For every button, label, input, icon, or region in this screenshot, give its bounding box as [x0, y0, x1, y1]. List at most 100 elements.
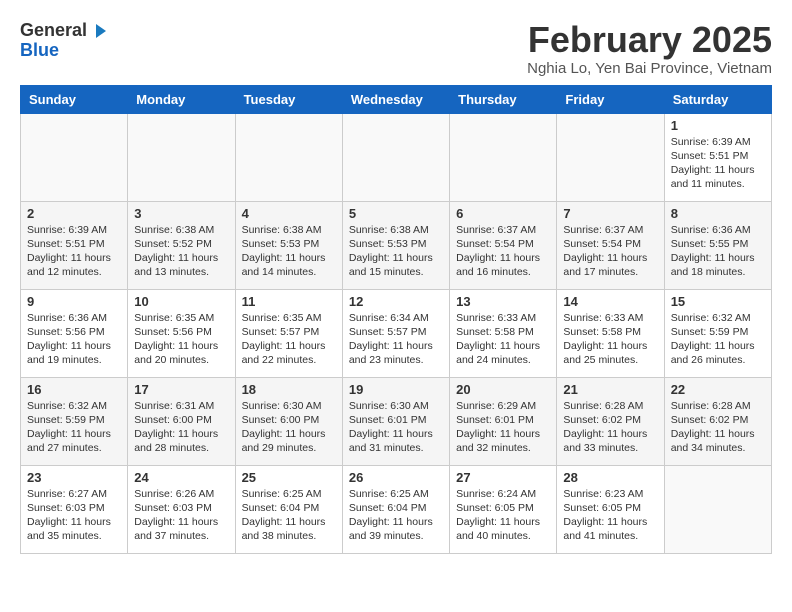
calendar-cell [664, 465, 771, 553]
day-number: 1 [671, 118, 765, 133]
day-number: 26 [349, 470, 443, 485]
day-info: Sunrise: 6:23 AMSunset: 6:05 PMDaylight:… [563, 487, 657, 544]
day-number: 6 [456, 206, 550, 221]
day-info: Sunrise: 6:37 AMSunset: 5:54 PMDaylight:… [563, 223, 657, 280]
day-number: 27 [456, 470, 550, 485]
header-monday: Monday [128, 85, 235, 113]
calendar-cell [557, 113, 664, 201]
day-info: Sunrise: 6:28 AMSunset: 6:02 PMDaylight:… [563, 399, 657, 456]
day-number: 19 [349, 382, 443, 397]
calendar-cell: 22 Sunrise: 6:28 AMSunset: 6:02 PMDayligh… [664, 377, 771, 465]
day-info: Sunrise: 6:39 AMSunset: 5:51 PMDaylight:… [671, 135, 765, 192]
day-number: 7 [563, 206, 657, 221]
calendar-cell: 11 Sunrise: 6:35 AMSunset: 5:57 PMDayligh… [235, 289, 342, 377]
calendar-cell: 3 Sunrise: 6:38 AMSunset: 5:52 PMDaylight… [128, 201, 235, 289]
day-number: 24 [134, 470, 228, 485]
page-header: General Blue February 2025 Nghia Lo, Yen… [20, 20, 772, 77]
calendar-week-row: 1 Sunrise: 6:39 AMSunset: 5:51 PMDaylight… [21, 113, 772, 201]
header-saturday: Saturday [664, 85, 771, 113]
day-info: Sunrise: 6:36 AMSunset: 5:56 PMDaylight:… [27, 311, 121, 368]
calendar-cell: 8 Sunrise: 6:36 AMSunset: 5:55 PMDaylight… [664, 201, 771, 289]
day-info: Sunrise: 6:38 AMSunset: 5:53 PMDaylight:… [242, 223, 336, 280]
day-info: Sunrise: 6:25 AMSunset: 6:04 PMDaylight:… [242, 487, 336, 544]
calendar-cell: 13Sunrise: 6:33 AMSunset: 5:58 PMDayligh… [450, 289, 557, 377]
title-area: February 2025 Nghia Lo, Yen Bai Province… [527, 20, 772, 77]
day-number: 23 [27, 470, 121, 485]
day-info: Sunrise: 6:36 AMSunset: 5:55 PMDaylight:… [671, 223, 765, 280]
calendar-cell: 25 Sunrise: 6:25 AMSunset: 6:04 PMDayligh… [235, 465, 342, 553]
day-number: 4 [242, 206, 336, 221]
day-info: Sunrise: 6:30 AMSunset: 6:01 PMDaylight:… [349, 399, 443, 456]
header-tuesday: Tuesday [235, 85, 342, 113]
day-number: 16 [27, 382, 121, 397]
day-info: Sunrise: 6:31 AMSunset: 6:00 PMDaylight:… [134, 399, 228, 456]
calendar-cell: 14 Sunrise: 6:33 AMSunset: 5:58 PMDayligh… [557, 289, 664, 377]
calendar-cell: 4 Sunrise: 6:38 AMSunset: 5:53 PMDaylight… [235, 201, 342, 289]
calendar-cell: 26 Sunrise: 6:25 AMSunset: 6:04 PMDayligh… [342, 465, 449, 553]
day-number: 18 [242, 382, 336, 397]
day-number: 9 [27, 294, 121, 309]
calendar-cell: 21 Sunrise: 6:28 AMSunset: 6:02 PMDayligh… [557, 377, 664, 465]
logo-text: General [20, 20, 110, 41]
day-info: Sunrise: 6:33 AMSunset: 5:58 PMDaylight:… [456, 311, 550, 368]
header-sunday: Sunday [21, 85, 128, 113]
day-number: 12 [349, 294, 443, 309]
calendar-cell: 23 Sunrise: 6:27 AMSunset: 6:03 PMDayligh… [21, 465, 128, 553]
day-info: Sunrise: 6:38 AMSunset: 5:53 PMDaylight:… [349, 223, 443, 280]
day-info: Sunrise: 6:30 AMSunset: 6:00 PMDaylight:… [242, 399, 336, 456]
calendar-cell [450, 113, 557, 201]
day-info: Sunrise: 6:33 AMSunset: 5:58 PMDaylight:… [563, 311, 657, 368]
calendar-cell: 17 Sunrise: 6:31 AMSunset: 6:00 PMDayligh… [128, 377, 235, 465]
day-info: Sunrise: 6:38 AMSunset: 5:52 PMDaylight:… [134, 223, 228, 280]
logo-general: General [20, 20, 87, 40]
calendar-cell: 6 Sunrise: 6:37 AMSunset: 5:54 PMDaylight… [450, 201, 557, 289]
calendar-cell: 24 Sunrise: 6:26 AMSunset: 6:03 PMDayligh… [128, 465, 235, 553]
day-number: 10 [134, 294, 228, 309]
calendar-cell [235, 113, 342, 201]
header-thursday: Thursday [450, 85, 557, 113]
calendar-cell: 2Sunrise: 6:39 AMSunset: 5:51 PMDaylight… [21, 201, 128, 289]
day-info: Sunrise: 6:25 AMSunset: 6:04 PMDaylight:… [349, 487, 443, 544]
day-info: Sunrise: 6:27 AMSunset: 6:03 PMDaylight:… [27, 487, 121, 544]
day-number: 5 [349, 206, 443, 221]
day-number: 2 [27, 206, 121, 221]
calendar-cell: 10 Sunrise: 6:35 AMSunset: 5:56 PMDayligh… [128, 289, 235, 377]
day-info: Sunrise: 6:37 AMSunset: 5:54 PMDaylight:… [456, 223, 550, 280]
calendar-cell: 27 Sunrise: 6:24 AMSunset: 6:05 PMDayligh… [450, 465, 557, 553]
day-info: Sunrise: 6:24 AMSunset: 6:05 PMDaylight:… [456, 487, 550, 544]
logo: General Blue [20, 20, 110, 59]
calendar-week-row: 9 Sunrise: 6:36 AMSunset: 5:56 PMDaylight… [21, 289, 772, 377]
calendar-cell: 5 Sunrise: 6:38 AMSunset: 5:53 PMDaylight… [342, 201, 449, 289]
day-info: Sunrise: 6:26 AMSunset: 6:03 PMDaylight:… [134, 487, 228, 544]
calendar-cell: 19 Sunrise: 6:30 AMSunset: 6:01 PMDayligh… [342, 377, 449, 465]
calendar-week-row: 16Sunrise: 6:32 AMSunset: 5:59 PMDayligh… [21, 377, 772, 465]
logo-arrow-icon [92, 22, 110, 40]
day-number: 17 [134, 382, 228, 397]
day-number: 15 [671, 294, 765, 309]
header-wednesday: Wednesday [342, 85, 449, 113]
day-info: Sunrise: 6:34 AMSunset: 5:57 PMDaylight:… [349, 311, 443, 368]
day-info: Sunrise: 6:35 AMSunset: 5:57 PMDaylight:… [242, 311, 336, 368]
day-number: 21 [563, 382, 657, 397]
day-number: 25 [242, 470, 336, 485]
day-info: Sunrise: 6:35 AMSunset: 5:56 PMDaylight:… [134, 311, 228, 368]
calendar-week-row: 2Sunrise: 6:39 AMSunset: 5:51 PMDaylight… [21, 201, 772, 289]
calendar-cell: 7 Sunrise: 6:37 AMSunset: 5:54 PMDaylight… [557, 201, 664, 289]
calendar-cell: 12 Sunrise: 6:34 AMSunset: 5:57 PMDayligh… [342, 289, 449, 377]
day-number: 14 [563, 294, 657, 309]
day-number: 11 [242, 294, 336, 309]
calendar-subtitle: Nghia Lo, Yen Bai Province, Vietnam [527, 60, 772, 77]
calendar-cell: 9 Sunrise: 6:36 AMSunset: 5:56 PMDaylight… [21, 289, 128, 377]
day-number: 28 [563, 470, 657, 485]
day-number: 8 [671, 206, 765, 221]
calendar-cell: 18 Sunrise: 6:30 AMSunset: 6:00 PMDayligh… [235, 377, 342, 465]
calendar-cell [21, 113, 128, 201]
day-info: Sunrise: 6:28 AMSunset: 6:02 PMDaylight:… [671, 399, 765, 456]
calendar-title: February 2025 [527, 20, 772, 60]
day-number: 20 [456, 382, 550, 397]
calendar-table: Sunday Monday Tuesday Wednesday Thursday… [20, 85, 772, 554]
calendar-cell [128, 113, 235, 201]
calendar-cell: 16Sunrise: 6:32 AMSunset: 5:59 PMDayligh… [21, 377, 128, 465]
day-number: 3 [134, 206, 228, 221]
day-number: 22 [671, 382, 765, 397]
